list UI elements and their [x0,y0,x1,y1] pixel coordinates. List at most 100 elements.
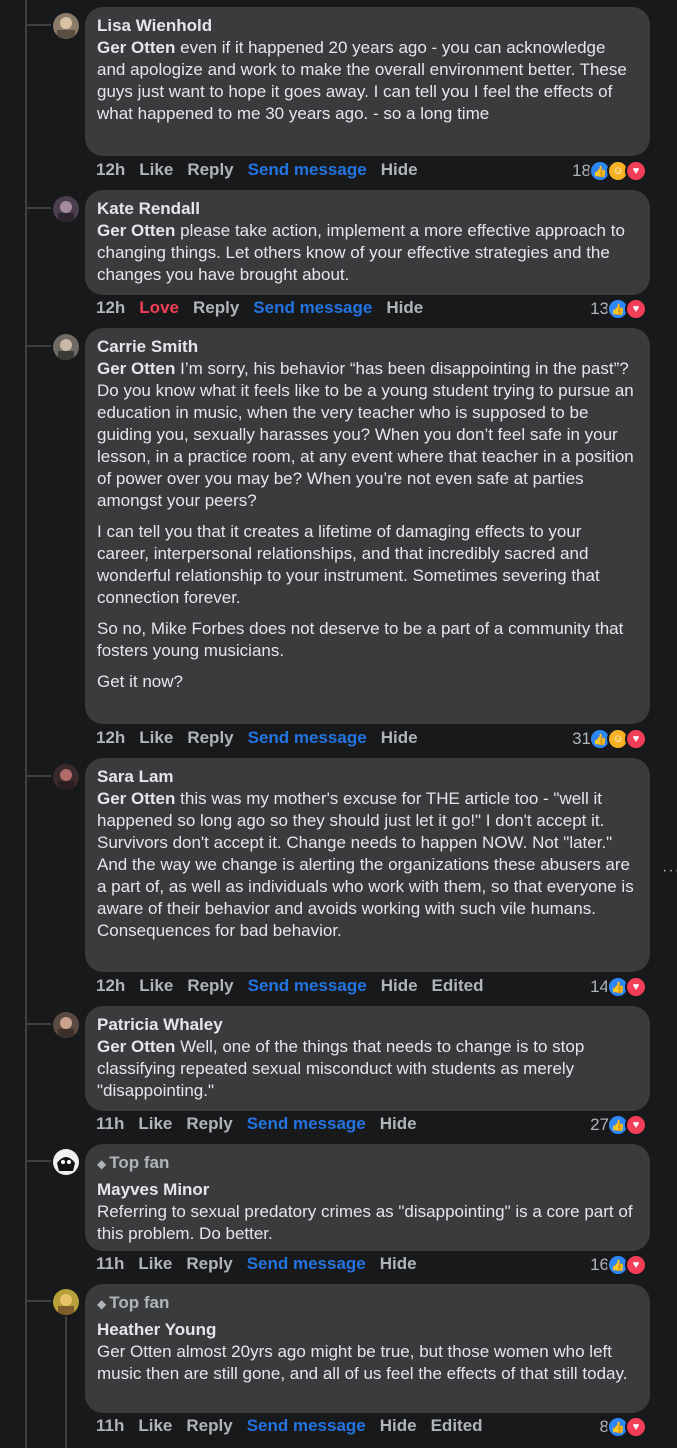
like-button[interactable]: Like [138,1114,172,1133]
reaction-summary[interactable]: 27 👍 ♥ [590,1114,647,1136]
send-message-button[interactable]: Send message [248,976,367,995]
mention-link[interactable]: Ger Otten [97,1037,175,1056]
comment-paragraph: I’m sorry, his behavior “has been disapp… [97,359,634,510]
reply-button[interactable]: Reply [187,976,233,995]
comment-bubble: Carrie Smith Ger Otten I’m sorry, his be… [85,328,650,724]
hide-button[interactable]: Hide [380,1114,417,1133]
love-icon: ♥ [625,976,647,998]
timestamp[interactable]: 12h [96,298,125,317]
timestamp[interactable]: 11h [96,1254,124,1273]
thread-line [65,1316,67,1448]
send-message-button[interactable]: Send message [247,1114,366,1133]
send-message-button[interactable]: Send message [247,1416,366,1435]
comment-actions: 12h Like Reply Send message Hide [96,160,432,182]
avatar[interactable] [53,1289,79,1315]
timestamp[interactable]: 12h [96,976,125,995]
thread-line [25,0,27,1448]
comment-bubble: Lisa Wienhold Ger Otten even if it happe… [85,7,650,156]
hide-button[interactable]: Hide [381,976,418,995]
comment-text: Ger Otten Well, one of the things that n… [97,1036,638,1102]
timestamp[interactable]: 11h [96,1416,124,1435]
reply-button[interactable]: Reply [186,1254,232,1273]
send-message-button[interactable]: Send message [253,298,372,317]
mention-link[interactable]: Ger Otten [97,789,175,808]
comment-author[interactable]: Mayves Minor [97,1179,638,1201]
love-icon: ♥ [625,1416,647,1438]
thread-connector [25,1160,51,1162]
like-button[interactable]: Like [139,976,173,995]
avatar[interactable] [53,1012,79,1038]
top-fan-badge[interactable]: ◆ Top fan [97,1292,638,1315]
timestamp[interactable]: 11h [96,1114,124,1133]
send-message-button[interactable]: Send message [248,160,367,179]
reply-button[interactable]: Reply [193,298,239,317]
edited-label[interactable]: Edited [431,1416,483,1435]
hide-button[interactable]: Hide [380,1254,417,1273]
hide-button[interactable]: Hide [380,1416,417,1435]
avatar[interactable] [53,13,79,39]
comment-author[interactable]: Sara Lam [97,766,638,788]
thread-connector [25,207,51,209]
comment-author[interactable]: Heather Young [97,1319,638,1341]
comment-text: Ger Otten even if it happened 20 years a… [97,37,638,125]
comment-paragraph: Referring to sexual predatory crimes as … [97,1202,633,1243]
hide-button[interactable]: Hide [381,728,418,747]
hide-button[interactable]: Hide [386,298,423,317]
thread-connector [25,345,51,347]
like-button[interactable]: Like [138,1416,172,1435]
comment-actions: 11h Like Reply Send message Hide [96,1254,431,1276]
comment-author[interactable]: Kate Rendall [97,198,638,220]
like-button[interactable]: Like [139,728,173,747]
comment-actions: 11h Like Reply Send message Hide [96,1114,431,1136]
comment-author[interactable]: Lisa Wienhold [97,15,638,37]
like-button[interactable]: Like [139,160,173,179]
more-options-icon[interactable]: ··· [662,862,677,880]
reaction-summary[interactable]: 13 👍 ♥ [590,298,647,320]
thread-connector [25,775,51,777]
avatar[interactable] [53,196,79,222]
reply-button[interactable]: Reply [186,1416,232,1435]
avatar[interactable] [53,764,79,790]
edited-label[interactable]: Edited [432,976,484,995]
comment-author[interactable]: Patricia Whaley [97,1014,638,1036]
love-icon: ♥ [625,160,647,182]
comment-bubble: Kate Rendall Ger Otten please take actio… [85,190,650,295]
reaction-summary[interactable]: 14 👍 ♥ [590,976,647,998]
diamond-icon: ◆ [97,1157,107,1171]
comment-paragraph: this was my mother's excuse for THE arti… [97,789,634,940]
comment-text: Ger Otten please take action, implement … [97,220,638,286]
like-button[interactable]: Like [138,1254,172,1273]
reaction-summary[interactable]: 8 👍 ♥ [600,1416,647,1438]
thread-connector [25,1300,51,1302]
hide-button[interactable]: Hide [381,160,418,179]
reaction-summary[interactable]: 18 👍 ☺ ♥ [572,160,647,182]
comment-author[interactable]: Carrie Smith [97,336,638,358]
love-icon: ♥ [625,728,647,750]
comment-bubble: ◆ Top fan Mayves Minor Referring to sexua… [85,1144,650,1251]
reply-button[interactable]: Reply [187,160,233,179]
timestamp[interactable]: 12h [96,728,125,747]
comment-paragraph: I can tell you that it creates a lifetim… [97,522,600,607]
thread-connector [25,24,51,26]
reply-button[interactable]: Reply [187,728,233,747]
thread-connector [25,1023,51,1025]
mention-link[interactable]: Ger Otten [97,38,175,57]
reaction-summary[interactable]: 31 👍 ☺ ♥ [572,728,647,750]
love-button[interactable]: Love [139,298,179,317]
comment-paragraph: please take action, implement a more eff… [97,221,625,284]
avatar[interactable] [53,1149,79,1175]
timestamp[interactable]: 12h [96,160,125,179]
comment-actions: 12h Like Reply Send message Hide [96,728,432,750]
top-fan-label: Top fan [109,1153,170,1172]
comment-paragraph: So no, Mike Forbes does not deserve to b… [97,619,624,660]
send-message-button[interactable]: Send message [248,728,367,747]
reply-button[interactable]: Reply [186,1114,232,1133]
love-icon: ♥ [625,298,647,320]
reaction-summary[interactable]: 16 👍 ♥ [590,1254,647,1276]
top-fan-badge[interactable]: ◆ Top fan [97,1152,638,1175]
comment-actions: 11h Like Reply Send message Hide Edited [96,1416,497,1438]
mention-link[interactable]: Ger Otten [97,221,175,240]
avatar[interactable] [53,334,79,360]
send-message-button[interactable]: Send message [247,1254,366,1273]
mention-link[interactable]: Ger Otten [97,359,175,378]
